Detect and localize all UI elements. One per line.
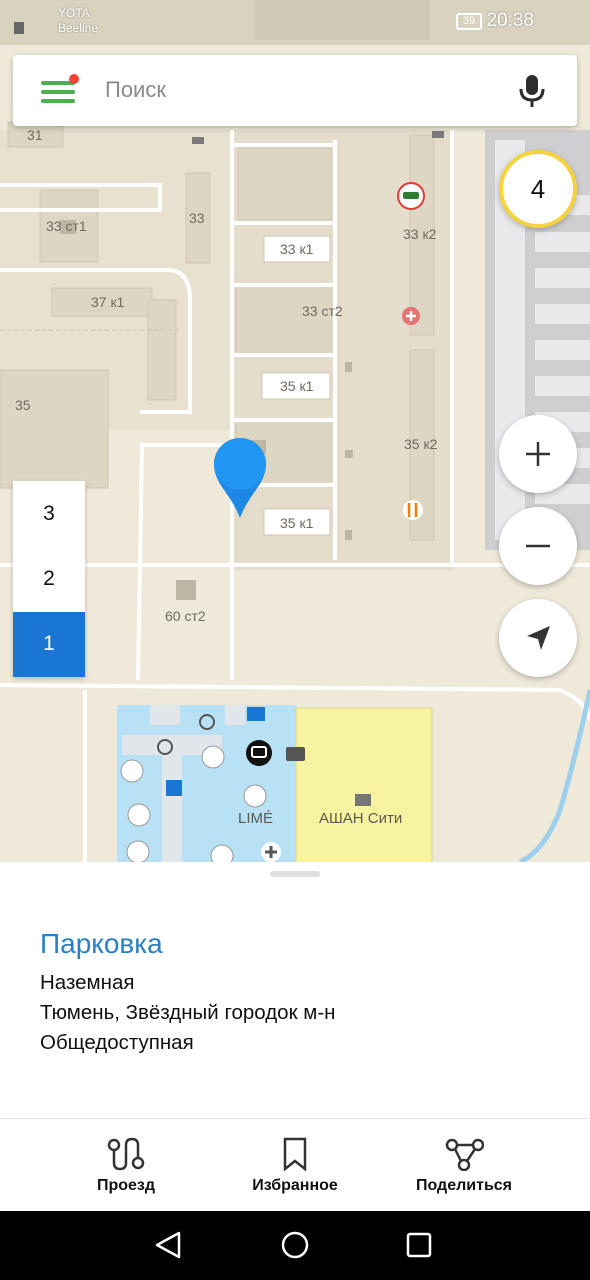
zoom-in-button[interactable] xyxy=(499,415,577,493)
route-button[interactable]: Проезд xyxy=(76,1119,176,1212)
battery-icon: 39 xyxy=(456,13,482,30)
map-label: 35 к2 xyxy=(404,436,438,452)
search-bar[interactable]: Поиск xyxy=(13,55,577,126)
floor-button[interactable]: 3 xyxy=(13,481,85,546)
status-bar: YOTA Beeline 39 20:38 xyxy=(0,0,590,44)
map-label: 33 к1 xyxy=(280,241,314,257)
carrier-names: YOTA Beeline xyxy=(58,6,98,36)
place-type: Наземная xyxy=(40,971,135,994)
restaurant-icon xyxy=(403,500,423,520)
map-label: 35 xyxy=(15,397,31,413)
pharmacy-icon xyxy=(261,842,281,862)
floor-selector: 3 2 1 xyxy=(13,481,85,677)
recents-icon[interactable] xyxy=(406,1232,432,1258)
sim-icon xyxy=(14,22,24,34)
system-navigation-bar xyxy=(0,1211,590,1280)
route-icon xyxy=(107,1137,145,1171)
microphone-icon[interactable] xyxy=(517,73,547,109)
drag-handle[interactable] xyxy=(270,871,320,877)
map-label: 60 ст2 xyxy=(165,608,206,624)
share-button[interactable]: Поделиться xyxy=(404,1119,524,1212)
search-input[interactable]: Поиск xyxy=(105,77,166,103)
map-label: 33 ст1 xyxy=(46,218,87,234)
place-card[interactable]: Парковка Наземная Тюмень, Звёздный город… xyxy=(0,862,590,1118)
cinema-icon xyxy=(246,740,272,766)
map-label: 35 к1 xyxy=(280,515,314,531)
home-icon[interactable] xyxy=(281,1231,309,1259)
share-label: Поделиться xyxy=(415,1177,513,1194)
place-title: Парковка xyxy=(40,928,163,959)
map-label: 37 к1 xyxy=(91,294,125,310)
carrier-2: Beeline xyxy=(58,21,99,35)
shopping-basket-icon xyxy=(355,794,371,806)
map-label: 33 к2 xyxy=(403,226,437,242)
favorites-label: Избранное xyxy=(252,1177,338,1194)
back-icon[interactable] xyxy=(155,1231,181,1259)
my-location-button[interactable] xyxy=(499,599,577,677)
carrier-1: YOTA xyxy=(58,6,90,20)
navigation-arrow-icon xyxy=(527,626,550,650)
place-access: Общедоступная xyxy=(40,1031,194,1054)
hamburger-menu-icon[interactable] xyxy=(41,74,79,103)
action-bar: Проезд Избранное Поделиться xyxy=(0,1118,590,1211)
favorites-button[interactable]: Избранное xyxy=(240,1119,350,1212)
map-label: 33 ст2 xyxy=(302,303,343,319)
status-time: 20:38 xyxy=(486,10,534,31)
floor-button-active[interactable]: 1 xyxy=(13,611,85,677)
map-label: 35 к1 xyxy=(280,378,314,394)
map-label-lime: LIMÉ xyxy=(238,810,273,827)
bookmark-icon xyxy=(283,1137,307,1171)
place-address: Тюмень, Звёздный городок м-н xyxy=(40,1001,336,1024)
car-service-icon xyxy=(397,182,425,210)
floor-button[interactable]: 2 xyxy=(13,546,85,611)
share-icon xyxy=(445,1138,484,1171)
map-label: 31 xyxy=(27,127,43,143)
map-label: 33 xyxy=(189,210,205,226)
traffic-level-value: 4 xyxy=(530,173,546,204)
medical-icon xyxy=(402,307,420,325)
traffic-level-button[interactable]: 4 xyxy=(499,150,577,228)
notification-dot-icon xyxy=(69,74,79,84)
minus-icon xyxy=(526,544,550,548)
atm-icon xyxy=(286,747,305,761)
route-label: Проезд xyxy=(96,1177,156,1194)
zoom-out-button[interactable] xyxy=(499,507,577,585)
map-label-auchan: АШАН Сити xyxy=(319,810,402,827)
plus-icon xyxy=(526,442,550,466)
